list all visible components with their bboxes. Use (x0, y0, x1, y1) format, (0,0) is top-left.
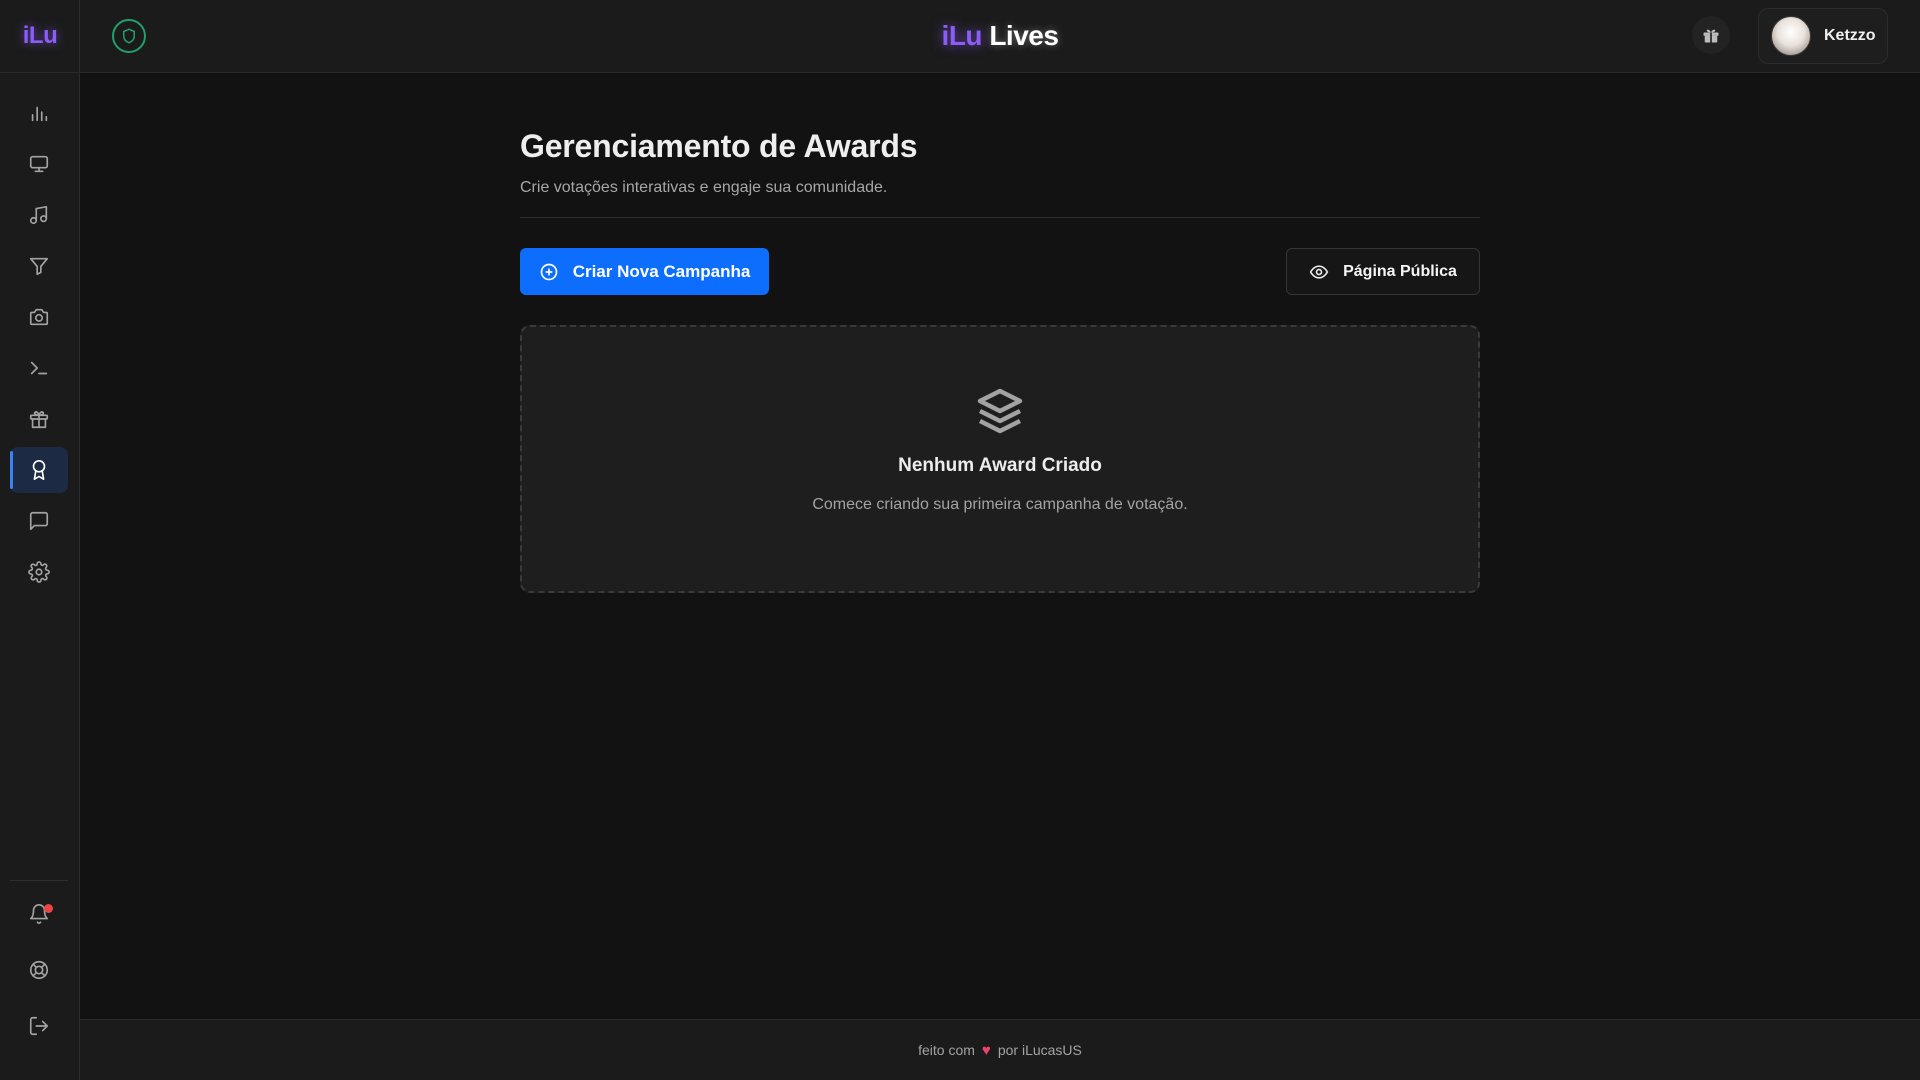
sidebar-divider (10, 880, 68, 881)
sidebar-item-stats[interactable] (10, 90, 68, 136)
create-campaign-label: Criar Nova Campanha (572, 261, 751, 281)
gift-icon (1703, 29, 1719, 43)
brand-part-ilu: iLu (941, 20, 983, 51)
camera-icon (29, 308, 49, 326)
heart-icon: ♥ (981, 1041, 991, 1059)
layers-icon (976, 387, 1024, 435)
empty-state-card: Nenhum Award Criado Comece criando sua p… (520, 325, 1480, 593)
sidebar-item-support[interactable] (10, 947, 68, 993)
create-campaign-button[interactable]: Criar Nova Campanha (520, 248, 769, 295)
public-page-label: Página Pública (1343, 262, 1457, 280)
chat-icon (29, 511, 49, 531)
bar-chart-icon (31, 106, 48, 122)
main-content: Gerenciamento de Awards Crie votações in… (520, 128, 1480, 593)
divider (520, 217, 1480, 218)
sidebar-item-filters[interactable] (10, 243, 68, 289)
actions-row: Criar Nova Campanha Página Pública (520, 248, 1480, 295)
sidebar-item-logout[interactable] (10, 1003, 68, 1049)
avatar (1771, 16, 1811, 56)
sidebar: iLu (0, 0, 80, 1080)
monitor-icon (29, 155, 49, 173)
page-title: Gerenciamento de Awards (520, 128, 918, 164)
sidebar-item-music[interactable] (10, 192, 68, 238)
brand-part-lives: Lives (989, 20, 1059, 51)
user-menu[interactable]: Ketzzo (1758, 8, 1888, 64)
footer: feito com ♥ por iLucasUS (80, 1019, 1920, 1080)
sidebar-item-overlays[interactable] (10, 141, 68, 187)
sidebar-item-awards[interactable] (10, 447, 68, 493)
footer-prefix: feito com (918, 1042, 975, 1058)
plus-circle-icon (540, 263, 558, 280)
award-icon (32, 460, 46, 480)
filter-icon (29, 257, 49, 276)
sidebar-item-notifications[interactable] (10, 891, 68, 937)
gear-icon (28, 561, 50, 583)
lifebuoy-icon (29, 960, 49, 980)
sidebar-nav (0, 90, 80, 600)
music-note-icon (29, 205, 48, 225)
terminal-icon (30, 361, 48, 375)
sidebar-item-commands[interactable] (10, 345, 68, 391)
sidebar-item-camera[interactable] (10, 294, 68, 340)
gift-button[interactable] (1692, 16, 1730, 54)
gift-icon (29, 411, 49, 429)
sidebar-logo[interactable]: iLu (0, 0, 80, 73)
sidebar-bottom (0, 891, 80, 1059)
page-subtitle: Crie votações interativas e engaje sua c… (520, 179, 888, 196)
empty-state-description: Comece criando sua primeira campanha de … (812, 496, 1188, 513)
sidebar-item-settings[interactable] (10, 549, 68, 595)
notification-dot (44, 904, 53, 913)
eye-icon (1309, 264, 1329, 279)
public-page-button[interactable]: Página Pública (1286, 248, 1480, 295)
top-header: iLu Lives Ketzzo (80, 0, 1920, 73)
user-name: Ketzzo (1824, 27, 1876, 44)
sidebar-item-chat[interactable] (10, 498, 68, 544)
brand-title[interactable]: iLu Lives (80, 20, 1920, 52)
logout-icon (29, 1016, 49, 1036)
sidebar-item-gifts[interactable] (10, 396, 68, 442)
footer-credit[interactable]: por iLucasUS (998, 1042, 1082, 1058)
empty-state-title: Nenhum Award Criado (898, 455, 1102, 476)
